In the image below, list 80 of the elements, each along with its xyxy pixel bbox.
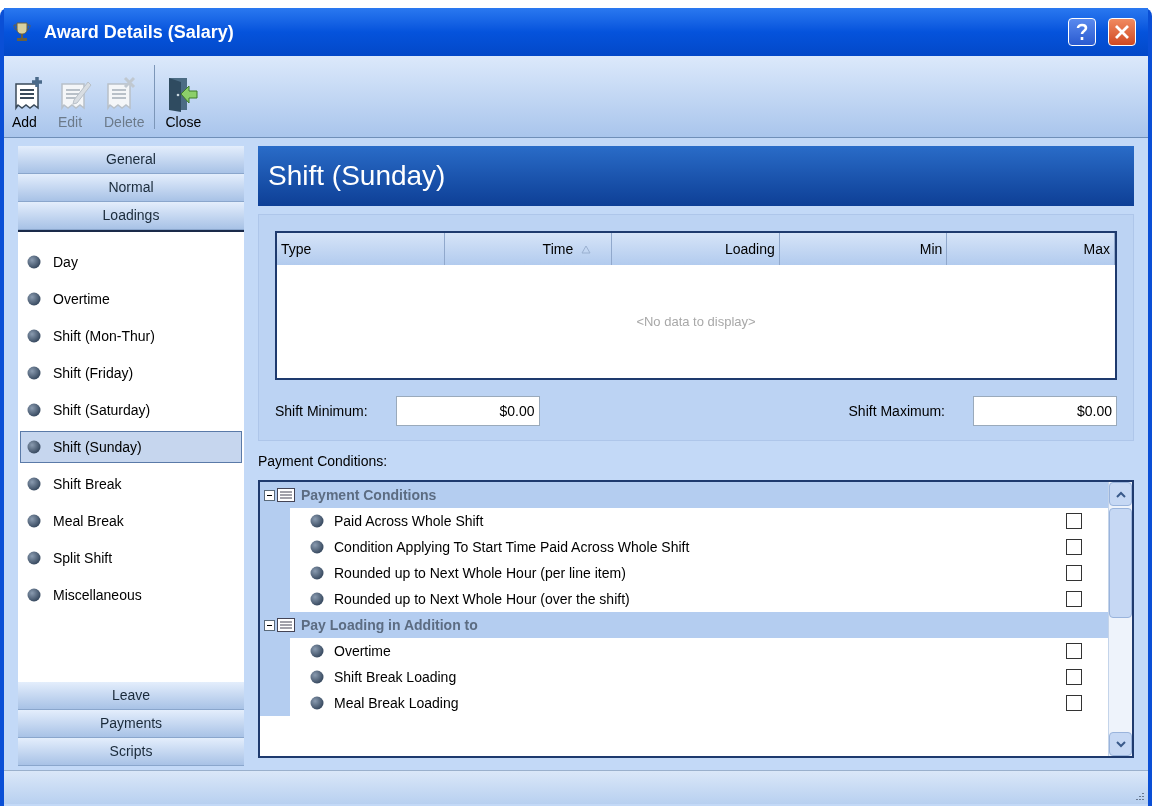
bullet-icon <box>310 670 324 684</box>
help-icon <box>1075 23 1089 41</box>
checkbox[interactable] <box>1066 669 1082 685</box>
tree-item-row[interactable]: Meal Break Loading <box>290 690 1108 716</box>
column-header[interactable]: Min <box>779 233 948 265</box>
bullet-icon <box>310 592 324 606</box>
nav-item[interactable]: Split Shift <box>20 542 242 574</box>
document-cross-icon <box>104 76 138 112</box>
bullet-icon <box>27 551 41 565</box>
section-label: Payment Conditions: <box>258 452 389 471</box>
nav-item[interactable]: Meal Break <box>20 505 242 537</box>
nav-item[interactable]: Miscellaneous <box>20 579 242 611</box>
nav-item[interactable]: Shift (Friday) <box>20 357 242 389</box>
column-header[interactable]: Type <box>277 233 445 265</box>
tree-item-row[interactable]: Condition Applying To Start Time Paid Across Whole Shift <box>290 534 1108 560</box>
nav-item[interactable]: Day <box>20 246 242 278</box>
tree-item-row[interactable]: Rounded up to Next Whole Hour (over the shift) <box>290 586 1108 612</box>
checkbox[interactable] <box>1066 513 1082 529</box>
nav-section-button[interactable]: Payments <box>18 710 244 738</box>
amount-field[interactable]: $0.00 <box>973 396 1117 426</box>
column-header[interactable]: Time <box>444 233 613 265</box>
close-button[interactable] <box>1108 18 1136 46</box>
scroll-thumb[interactable] <box>1109 508 1132 618</box>
bullet-icon <box>27 588 41 602</box>
nav-section-button[interactable]: Normal <box>18 174 244 202</box>
collapse-icon[interactable] <box>264 489 275 501</box>
tree-item-row[interactable]: Shift Break Loading <box>290 664 1108 690</box>
field-label: Shift Minimum: <box>275 401 368 421</box>
bullet-icon <box>27 477 41 491</box>
bullet-icon <box>310 566 324 580</box>
toolbar-button[interactable]: Add <box>10 76 48 133</box>
nav-item[interactable]: Shift Break <box>20 468 242 500</box>
nav-section-button[interactable]: Scripts <box>18 738 244 766</box>
bullet-icon <box>310 540 324 554</box>
bullet-icon <box>27 292 41 306</box>
bullet-icon <box>27 514 41 528</box>
bullet-icon <box>310 514 324 528</box>
list-icon <box>277 618 295 632</box>
sort-arrow-icon <box>581 244 592 254</box>
scroll-up-button[interactable] <box>1109 482 1132 506</box>
nav-section-button[interactable]: Loadings <box>18 202 244 230</box>
bullet-icon <box>27 366 41 380</box>
nav-item[interactable]: Shift (Mon-Thur) <box>20 320 242 352</box>
column-header[interactable]: Max <box>947 233 1115 265</box>
checkbox[interactable] <box>1066 565 1082 581</box>
scroll-down-button[interactable] <box>1109 732 1132 756</box>
resize-grip-icon[interactable] <box>1135 791 1145 801</box>
close-icon <box>1114 24 1130 40</box>
bullet-icon <box>27 329 41 343</box>
tree-item-row[interactable]: Rounded up to Next Whole Hour (per line item) <box>290 560 1108 586</box>
bullet-icon <box>27 255 41 269</box>
checkbox[interactable] <box>1066 539 1082 555</box>
field-label: Shift Maximum: <box>848 401 945 421</box>
tree-item-row[interactable]: Overtime <box>290 638 1108 664</box>
chevron-down-icon <box>1115 740 1126 748</box>
toolbar-button[interactable]: Close <box>163 76 204 133</box>
trophy-icon <box>12 21 32 43</box>
list-icon <box>277 488 295 502</box>
bullet-icon <box>27 440 41 454</box>
nav-section-button[interactable]: Leave <box>18 682 244 710</box>
bullet-icon <box>310 696 324 710</box>
checkbox[interactable] <box>1066 695 1082 711</box>
nav-item[interactable]: Shift (Sunday) <box>20 431 242 463</box>
window-title: Award Details (Salary) <box>44 20 235 44</box>
tree-item-row[interactable]: Paid Across Whole Shift <box>290 508 1108 534</box>
amount-field[interactable]: $0.00 <box>395 396 540 426</box>
collapse-icon[interactable] <box>264 619 275 631</box>
nav-item[interactable]: Overtime <box>20 283 242 315</box>
empty-message: <No data to display> <box>636 312 756 331</box>
bullet-icon <box>310 644 324 658</box>
section-header: Shift (Sunday) <box>258 146 1134 206</box>
nav-item[interactable]: Shift (Saturday) <box>20 394 242 426</box>
help-button[interactable] <box>1068 18 1096 46</box>
checkbox[interactable] <box>1066 643 1082 659</box>
bullet-icon <box>27 403 41 417</box>
nav-section-button[interactable]: General <box>18 146 244 174</box>
scrollbar[interactable] <box>1108 482 1132 756</box>
chevron-up-icon <box>1115 490 1126 498</box>
column-header[interactable]: Loading <box>612 233 780 265</box>
checkbox[interactable] <box>1066 591 1082 607</box>
